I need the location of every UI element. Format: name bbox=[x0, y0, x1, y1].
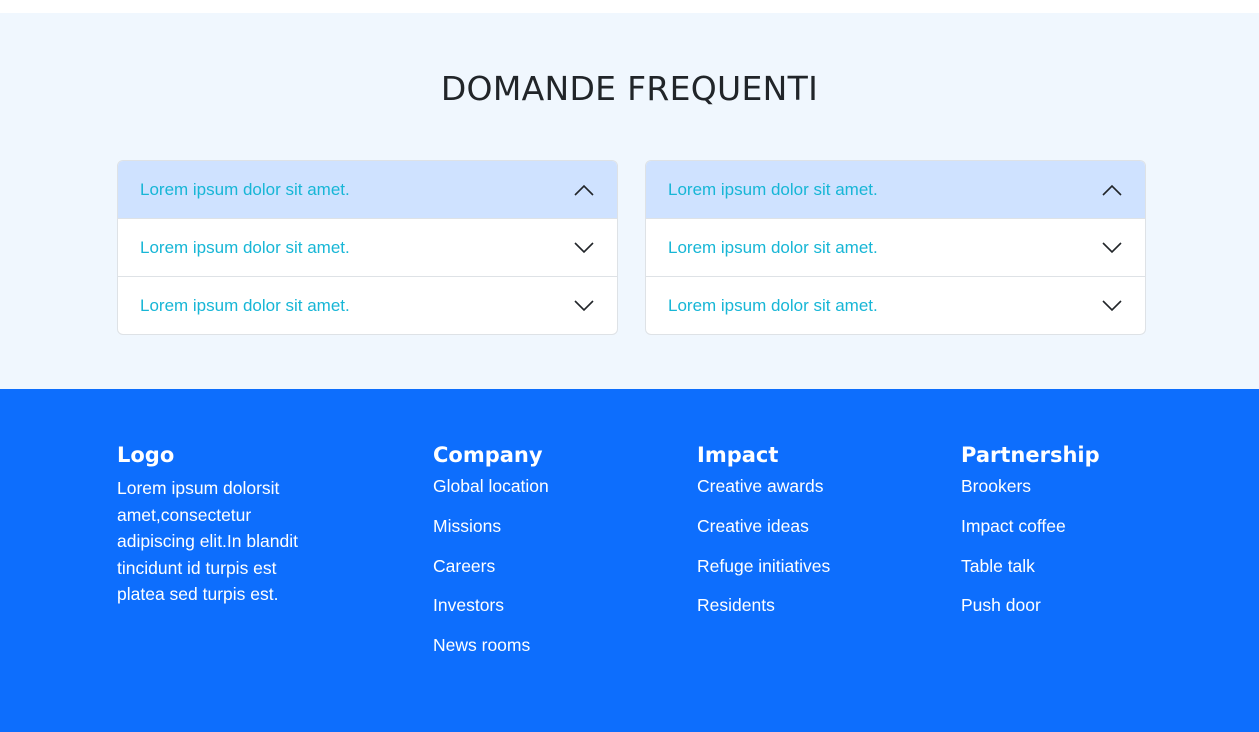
footer-partnership-links: Brookers Impact coffee Table talk Push d… bbox=[961, 475, 1100, 616]
footer-link-creative-ideas[interactable]: Creative ideas bbox=[697, 515, 830, 537]
accordion-item[interactable]: Lorem ipsum dolor sit amet. bbox=[646, 161, 1145, 219]
accordion-item-label: Lorem ipsum dolor sit amet. bbox=[140, 179, 350, 199]
top-strip bbox=[0, 0, 1259, 13]
chevron-up-icon bbox=[1102, 184, 1122, 196]
footer-link-residents[interactable]: Residents bbox=[697, 594, 830, 616]
accordion-item[interactable]: Lorem ipsum dolor sit amet. bbox=[118, 161, 617, 219]
footer-link-refuge-initiatives[interactable]: Refuge initiatives bbox=[697, 555, 830, 577]
footer-col-logo: Logo Lorem ipsum dolorsit amet,consectet… bbox=[117, 442, 312, 608]
footer-partnership-heading: Partnership bbox=[961, 443, 1100, 467]
footer-link-push-door[interactable]: Push door bbox=[961, 594, 1100, 616]
footer-link-table-talk[interactable]: Table talk bbox=[961, 555, 1100, 577]
chevron-down-icon bbox=[574, 299, 594, 312]
footer-impact-links: Creative awards Creative ideas Refuge in… bbox=[697, 475, 830, 616]
footer-col-partnership: Partnership Brookers Impact coffee Table… bbox=[961, 442, 1100, 634]
footer-link-careers[interactable]: Careers bbox=[433, 555, 549, 577]
accordion-item[interactable]: Lorem ipsum dolor sit amet. bbox=[118, 219, 617, 277]
faq-accordion-right: Lorem ipsum dolor sit amet. Lorem ipsum … bbox=[645, 160, 1146, 335]
accordion-item[interactable]: Lorem ipsum dolor sit amet. bbox=[118, 277, 617, 334]
accordion-item-label: Lorem ipsum dolor sit amet. bbox=[140, 295, 350, 315]
footer-link-global-location[interactable]: Global location bbox=[433, 475, 549, 497]
footer-col-company: Company Global location Missions Careers… bbox=[433, 442, 549, 674]
footer-impact-heading: Impact bbox=[697, 443, 779, 467]
footer-link-news-rooms[interactable]: News rooms bbox=[433, 634, 549, 656]
footer-company-heading: Company bbox=[433, 443, 543, 467]
accordion-item[interactable]: Lorem ipsum dolor sit amet. bbox=[646, 219, 1145, 277]
accordion-item-label: Lorem ipsum dolor sit amet. bbox=[668, 295, 878, 315]
footer-link-impact-coffee[interactable]: Impact coffee bbox=[961, 515, 1100, 537]
footer: Logo Lorem ipsum dolorsit amet,consectet… bbox=[0, 389, 1259, 732]
accordion-item-label: Lorem ipsum dolor sit amet. bbox=[668, 237, 878, 257]
faq-accordion-left: Lorem ipsum dolor sit amet. Lorem ipsum … bbox=[117, 160, 618, 335]
faq-section: DOMANDE FREQUENTI Lorem ipsum dolor sit … bbox=[0, 13, 1259, 389]
chevron-down-icon bbox=[574, 241, 594, 254]
chevron-up-icon bbox=[574, 184, 594, 196]
chevron-down-icon bbox=[1102, 241, 1122, 254]
footer-link-missions[interactable]: Missions bbox=[433, 515, 549, 537]
accordion-item-label: Lorem ipsum dolor sit amet. bbox=[140, 237, 350, 257]
chevron-down-icon bbox=[1102, 299, 1122, 312]
footer-link-investors[interactable]: Investors bbox=[433, 594, 549, 616]
footer-link-creative-awards[interactable]: Creative awards bbox=[697, 475, 830, 497]
footer-company-links: Global location Missions Careers Investo… bbox=[433, 475, 549, 656]
accordion-item[interactable]: Lorem ipsum dolor sit amet. bbox=[646, 277, 1145, 334]
footer-logo-text: Lorem ipsum dolorsit amet,consectetur ad… bbox=[117, 478, 298, 604]
footer-col-impact: Impact Creative awards Creative ideas Re… bbox=[697, 442, 830, 634]
faq-title: DOMANDE FREQUENTI bbox=[440, 69, 819, 108]
footer-logo-heading: Logo bbox=[117, 443, 175, 467]
accordion-item-label: Lorem ipsum dolor sit amet. bbox=[668, 179, 878, 199]
footer-link-brookers[interactable]: Brookers bbox=[961, 475, 1100, 497]
